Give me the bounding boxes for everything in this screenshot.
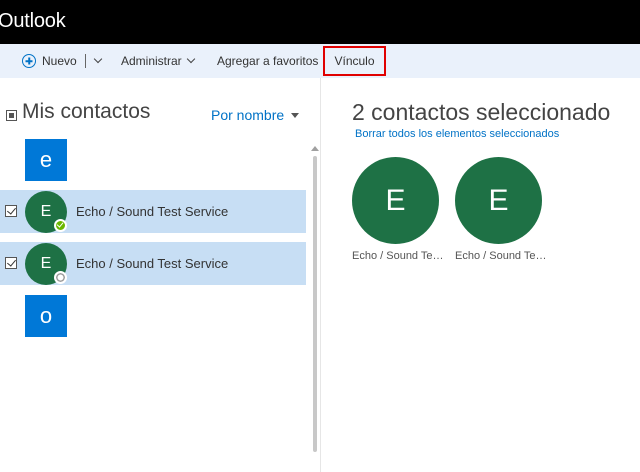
selected-contact-avatar[interactable]: E [352, 157, 439, 244]
sort-label: Por nombre [211, 107, 285, 123]
select-all-checkbox[interactable] [6, 110, 17, 121]
presence-available-icon [54, 219, 67, 232]
title-bar: Outlook [0, 0, 640, 44]
selected-contact-avatar[interactable]: E [455, 157, 542, 244]
contacts-scrollbar[interactable] [313, 156, 317, 452]
manage-button[interactable]: Administrar [121, 44, 195, 78]
presence-offline-icon [54, 271, 67, 284]
app-title: Outlook [0, 10, 66, 32]
selection-title: 2 contactos seleccionado [352, 99, 611, 125]
add-to-favorites-button[interactable]: Agregar a favoritos [217, 44, 318, 78]
selected-contact-name: Echo / Sound Test Service [352, 250, 444, 262]
caret-down-icon [291, 113, 300, 118]
clear-selection-link[interactable]: Borrar todos los elementos seleccionados [355, 128, 559, 140]
toolbar-divider [84, 54, 86, 68]
letter-header-e[interactable]: e [25, 139, 67, 181]
letter-header-o[interactable]: o [25, 295, 67, 337]
sort-dropdown[interactable]: Por nombre [211, 107, 300, 123]
new-button[interactable]: Nuevo [22, 44, 102, 78]
new-button-label: Nuevo [42, 54, 77, 68]
contact-row[interactable]: E Echo / Sound Test Service [0, 190, 306, 233]
command-toolbar: Nuevo Administrar Agregar a favoritos [0, 44, 640, 78]
manage-button-label: Administrar [121, 54, 182, 68]
chevron-down-icon [186, 54, 195, 64]
contact-checkbox[interactable] [5, 257, 17, 269]
selected-contact-name: Echo / Sound Test Service [455, 250, 547, 262]
contact-checkbox[interactable] [5, 205, 17, 217]
link-button[interactable]: Vínculo [323, 46, 386, 76]
link-button-label: Vínculo [334, 54, 375, 68]
contact-row[interactable]: E Echo / Sound Test Service [0, 242, 306, 285]
plus-circle-icon [22, 54, 36, 68]
contact-name: Echo / Sound Test Service [76, 256, 229, 271]
contacts-pane-title: Mis contactos [22, 100, 151, 123]
chevron-down-icon[interactable] [93, 54, 102, 64]
add-to-favorites-label: Agregar a favoritos [217, 54, 319, 68]
scroll-up-arrow[interactable] [311, 146, 319, 151]
contact-name: Echo / Sound Test Service [76, 204, 229, 219]
